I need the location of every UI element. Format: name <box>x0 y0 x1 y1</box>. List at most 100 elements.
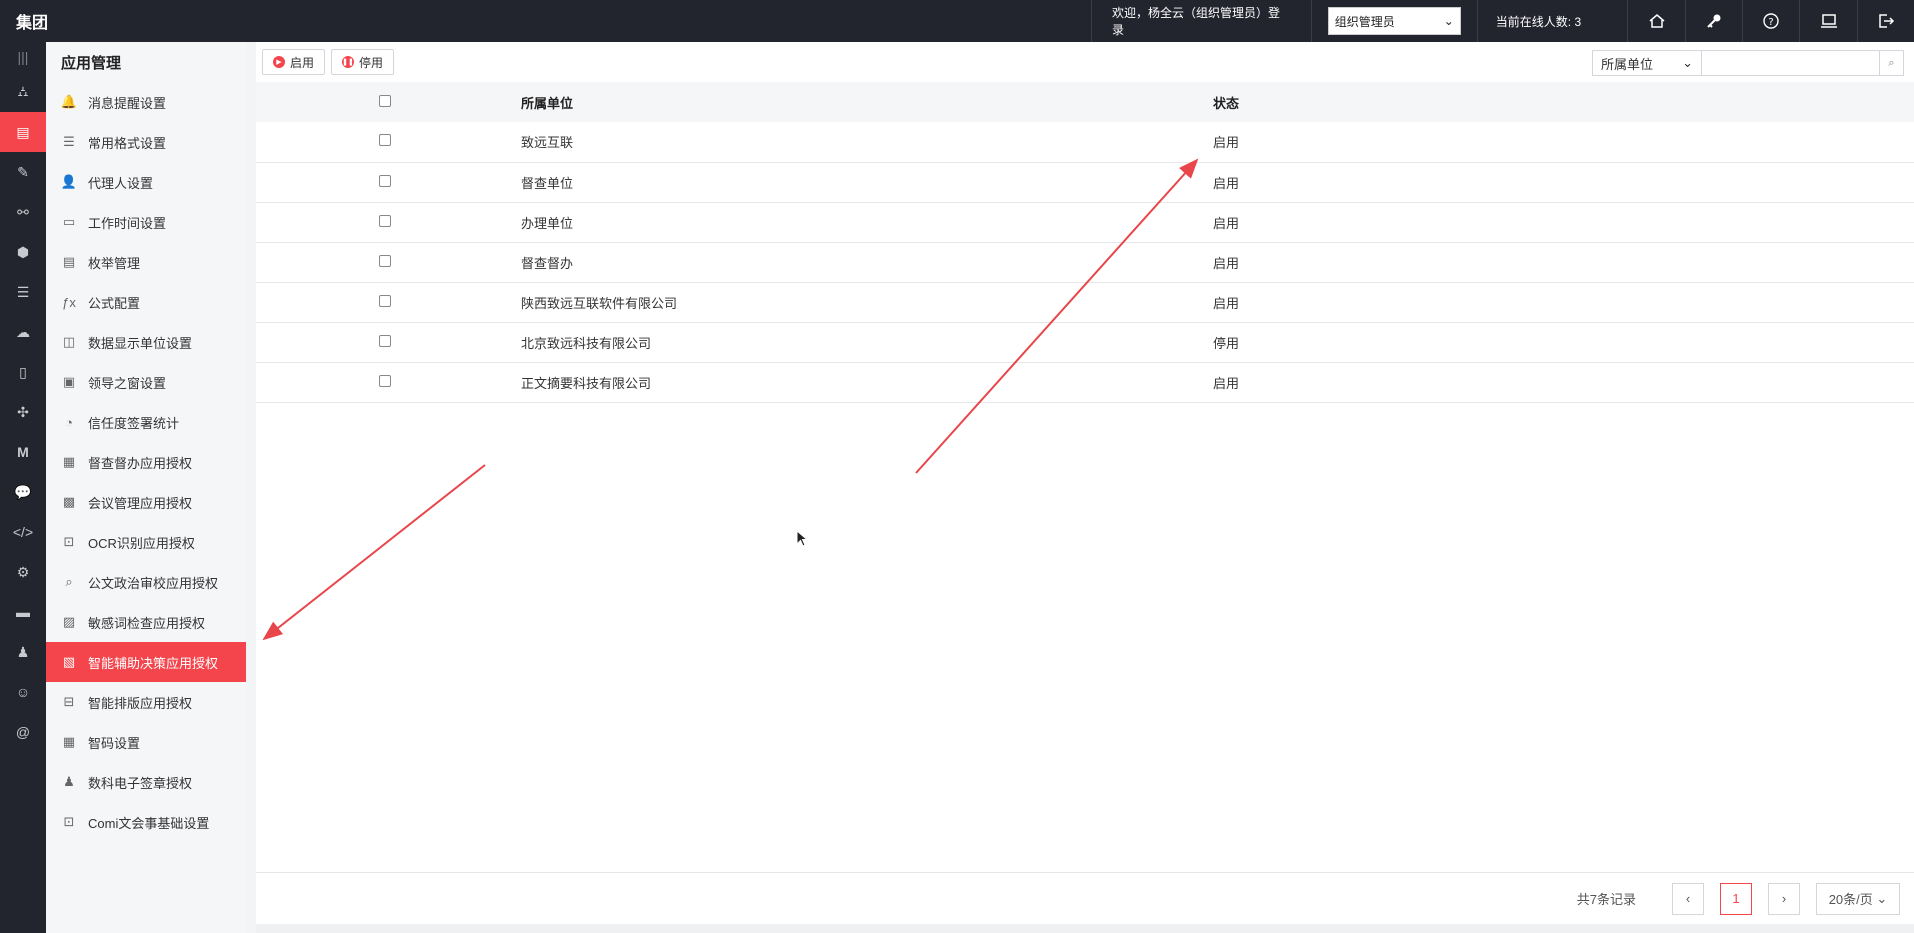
table-row[interactable]: 督查单位 启用 <box>256 162 1914 203</box>
menu-item[interactable]: ⌕ 公文政治审校应用授权 <box>46 562 246 602</box>
menu-item[interactable]: ⊟ 智能排版应用授权 <box>46 682 246 722</box>
row-checkbox-cell <box>256 282 521 323</box>
filter-field-value: 所属单位 <box>1601 56 1654 72</box>
file-icon[interactable]: ▯ <box>0 352 46 392</box>
menu-item-label: 代理人设置 <box>88 175 154 191</box>
prev-page-button[interactable]: ‹ <box>1672 882 1704 915</box>
row-checkbox[interactable] <box>379 334 391 347</box>
unit-cell: 办理单位 <box>521 202 1213 243</box>
row-checkbox[interactable] <box>379 134 391 147</box>
top-header: 集团 欢迎，杨全云（组织管理员）登录 组织管理员 ⌄ 当前在线人数: 3 ? <box>0 0 1914 42</box>
table-row[interactable]: 督查督办 启用 <box>256 242 1914 283</box>
search-input[interactable] <box>1702 50 1880 76</box>
status-cell: 停用 <box>1213 322 1914 363</box>
menu-item[interactable]: ◫ 数据显示单位设置 <box>46 322 246 362</box>
pause-icon: ❚❚ <box>342 56 355 68</box>
mail-m-icon[interactable]: M <box>0 432 46 472</box>
menu-item-label: 信任度签署统计 <box>88 415 180 431</box>
home-icon[interactable] <box>1627 0 1684 42</box>
menu-item-label: 数据显示单位设置 <box>88 335 193 351</box>
org-tree-icon[interactable]: ⛼ <box>0 72 46 112</box>
role-select-value: 组织管理员 <box>1334 14 1395 29</box>
row-checkbox[interactable] <box>379 214 391 227</box>
menu-item[interactable]: ☰ 常用格式设置 <box>46 122 246 162</box>
settings-icon[interactable]: ⚙ <box>0 552 46 592</box>
database-icon[interactable]: ☰ <box>0 272 46 312</box>
apps-icon[interactable]: ✣ <box>0 392 46 432</box>
page-size-select[interactable]: 20条/页 ⌄ <box>1816 882 1900 915</box>
desktop-icon[interactable]: ▬ <box>0 592 46 632</box>
disable-button[interactable]: ❚❚ 停用 <box>331 49 395 75</box>
status-cell: 启用 <box>1213 162 1914 203</box>
menu-item[interactable]: ▨ 敏感词检查应用授权 <box>46 602 246 642</box>
key-icon[interactable] <box>1684 0 1742 42</box>
search-icon[interactable]: ⌕ <box>1880 50 1904 76</box>
row-checkbox[interactable] <box>379 254 391 267</box>
cloud-icon[interactable]: ☁ <box>0 312 46 352</box>
role-select[interactable]: 组织管理员 ⌄ <box>1327 7 1461 35</box>
chat-icon[interactable]: 💬 <box>0 472 46 512</box>
next-page-button[interactable]: › <box>1768 882 1800 915</box>
table-row[interactable]: 北京致远科技有限公司 停用 <box>256 322 1914 363</box>
icon-rail: ||| ⛼ ▤ ✎ ⚯ ⬢ ☰ ☁ ▯ ✣ M 💬 </> ⚙ ▬ ♟ ☺ @ <box>0 42 46 933</box>
badge-icon[interactable]: ⬢ <box>0 232 46 272</box>
column-header-status[interactable]: 状态 <box>1213 82 1914 122</box>
menu-item-label: 敏感词检查应用授权 <box>88 615 206 631</box>
toolbar: ▶ 启用 ❚❚ 停用 所属单位 ⌄ ⌕ <box>256 42 1914 82</box>
user-icon[interactable]: ♟ <box>0 632 46 672</box>
menu-item-label: 智能排版应用授权 <box>88 695 193 711</box>
menu-item[interactable]: ▦ 督查督办应用授权 <box>46 442 246 482</box>
mouse-cursor-icon <box>796 530 809 547</box>
rail-collapse-icon[interactable]: ||| <box>0 42 46 72</box>
menu-item[interactable]: ▭ 工作时间设置 <box>46 202 246 242</box>
menu-item-label: 督查督办应用授权 <box>88 455 193 471</box>
row-checkbox[interactable] <box>379 294 391 307</box>
table-row[interactable]: 正文摘要科技有限公司 启用 <box>256 362 1914 403</box>
help-icon[interactable]: ? <box>1742 0 1799 42</box>
bottom-scroll-strip[interactable] <box>256 924 1914 933</box>
flow-icon[interactable]: ⚯ <box>0 192 46 232</box>
table-row[interactable]: 致远互联 启用 <box>256 122 1914 163</box>
stamp-icon: ♟ <box>63 774 75 789</box>
status-cell: 启用 <box>1213 122 1914 163</box>
table-row[interactable]: 办理单位 启用 <box>256 202 1914 243</box>
menu-item[interactable]: ♟ 数科电子签章授权 <box>46 762 246 802</box>
menu-item[interactable]: ƒx 公式配置 <box>46 282 246 322</box>
menu-item[interactable]: 🔔 消息提醒设置 <box>46 82 246 122</box>
menu-item[interactable]: ▦ 智码设置 <box>46 722 246 762</box>
menu-item-label: 智能辅助决策应用授权 <box>88 655 219 671</box>
enable-button-label: 启用 <box>290 55 315 70</box>
menu-item-label: 公式配置 <box>88 295 141 311</box>
unit-cell: 正文摘要科技有限公司 <box>521 362 1213 403</box>
menu-item[interactable]: ▧ 智能辅助决策应用授权 <box>46 642 246 682</box>
role-select-wrap: 组织管理员 ⌄ <box>1310 0 1477 42</box>
current-page-button[interactable]: 1 <box>1720 882 1752 915</box>
row-checkbox[interactable] <box>379 374 391 387</box>
column-header-unit[interactable]: 所属单位 <box>521 82 1213 122</box>
code-icon[interactable]: </> <box>0 512 46 552</box>
robot-icon[interactable]: ☺ <box>0 672 46 712</box>
unit-cell: 致远互联 <box>521 122 1213 163</box>
table-row[interactable]: 陕西致远互联软件有限公司 启用 <box>256 282 1914 323</box>
app-management-menu: 应用管理 🔔 消息提醒设置 ☰ 常用格式设置 👤 代理人设置 ▭ 工作时间设置 ▤ 枚举管理 ƒx 公… <box>46 42 246 933</box>
menu-item-label: 公文政治审校应用授权 <box>88 575 219 591</box>
svg-text:?: ? <box>1769 17 1774 28</box>
screen-icon[interactable] <box>1799 0 1856 42</box>
menu-item[interactable]: 👤 代理人设置 <box>46 162 246 202</box>
menu-item[interactable]: ◔ 信任度签署统计 <box>46 402 246 442</box>
bell-icon: 🔔 <box>60 94 78 109</box>
pen-icon[interactable]: ✎ <box>0 152 46 192</box>
menu-item[interactable]: ▣ 领导之窗设置 <box>46 362 246 402</box>
menu-item[interactable]: ▩ 会议管理应用授权 <box>46 482 246 522</box>
logout-icon[interactable] <box>1856 0 1914 42</box>
select-all-checkbox[interactable] <box>379 94 391 107</box>
unit-cell: 北京致远科技有限公司 <box>521 322 1213 363</box>
row-checkbox[interactable] <box>379 174 391 187</box>
filter-field-select[interactable]: 所属单位 ⌄ <box>1592 50 1702 76</box>
menu-item[interactable]: ▤ 枚举管理 <box>46 242 246 282</box>
at-icon[interactable]: @ <box>0 712 46 752</box>
menu-item[interactable]: ⊡ Comi文会事基础设置 <box>46 802 246 842</box>
enable-button[interactable]: ▶ 启用 <box>262 49 326 75</box>
app-management-icon[interactable]: ▤ <box>0 112 46 152</box>
menu-item[interactable]: ⊡ OCR识别应用授权 <box>46 522 246 562</box>
